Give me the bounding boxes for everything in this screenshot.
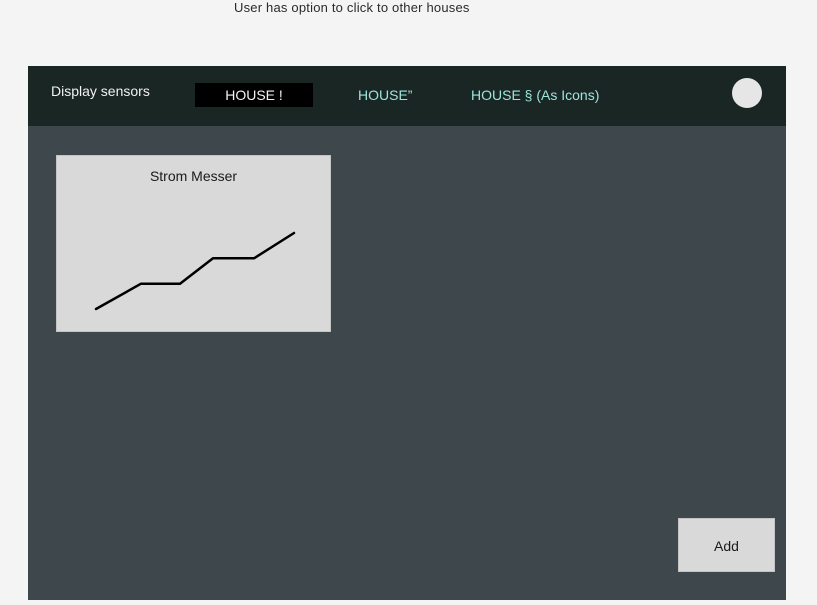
sensor-trend-chart [94,231,296,311]
app-title: Display sensors [51,83,150,99]
tab-house-2[interactable]: HOUSE” [358,83,412,107]
tab-house-3[interactable]: HOUSE § (As Icons) [471,83,599,107]
avatar-icon[interactable] [732,78,762,108]
top-navigation-bar: Display sensors HOUSE ! HOUSE” HOUSE § (… [28,66,786,126]
trend-line [94,231,296,311]
annotation-note: User has option to click to other houses [234,0,470,15]
sensor-card[interactable]: Strom Messer [56,155,331,332]
app-window: Display sensors HOUSE ! HOUSE” HOUSE § (… [28,66,786,600]
tab-house-1[interactable]: HOUSE ! [195,83,313,107]
add-button[interactable]: Add [678,518,775,572]
